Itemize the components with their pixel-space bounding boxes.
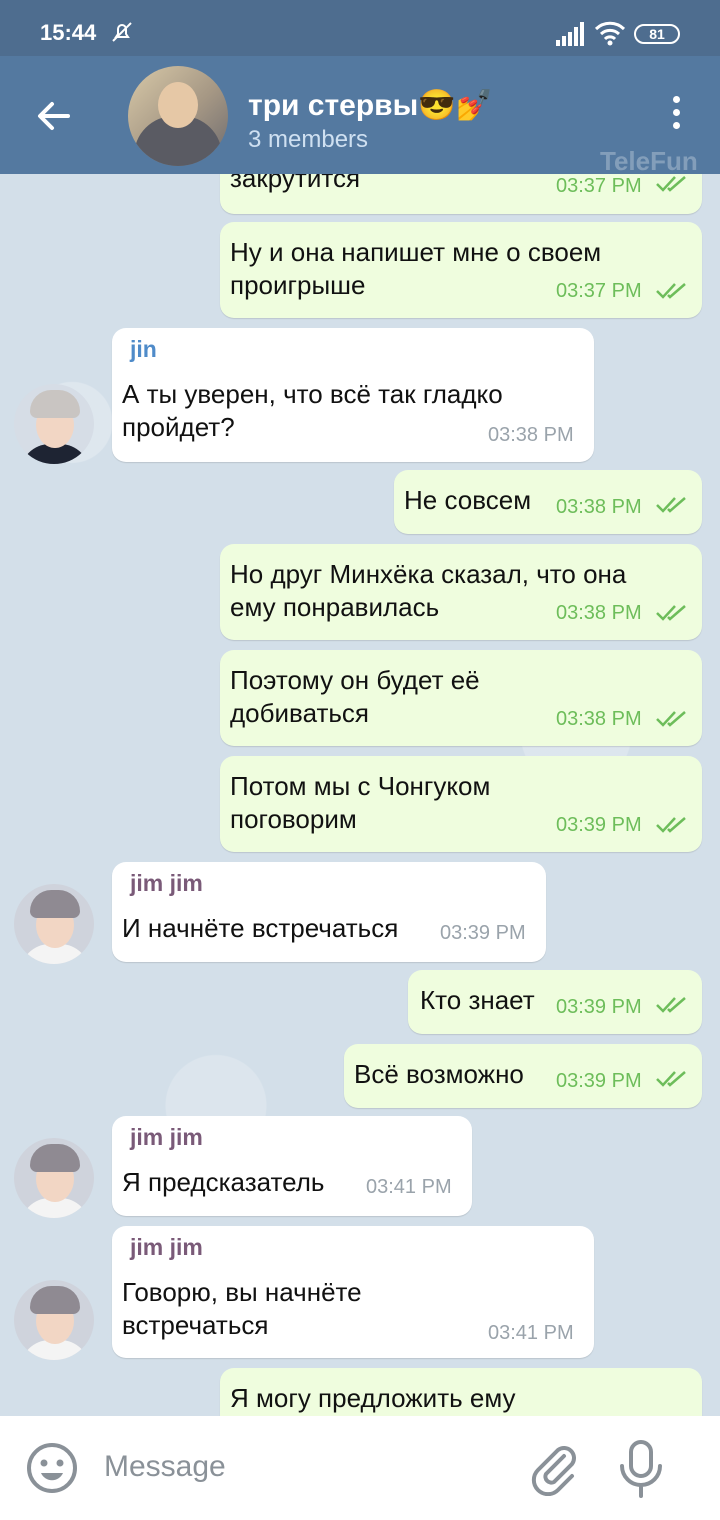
chat-member-count: 3 members bbox=[248, 126, 369, 153]
battery-icon: 81 bbox=[634, 24, 680, 44]
message-sender[interactable]: jin bbox=[130, 336, 157, 363]
message-time: 03:38 PM bbox=[556, 496, 642, 518]
message-outgoing[interactable]: Потом мы с Чонгуком поговорим 03:39 PM bbox=[220, 756, 702, 852]
double-check-icon bbox=[656, 997, 686, 1013]
message-time: 03:38 PM bbox=[556, 708, 642, 730]
message-time: 03:37 PM bbox=[556, 175, 642, 197]
watermark: TeleFun bbox=[600, 146, 698, 176]
message-time: 03:38 PM bbox=[488, 424, 574, 446]
double-check-icon bbox=[656, 283, 686, 299]
message-text: И начнёте встречаться bbox=[122, 913, 399, 943]
message-time: 03:37 PM bbox=[556, 280, 642, 302]
message-composer: Message bbox=[0, 1416, 720, 1520]
double-check-icon bbox=[656, 711, 686, 727]
chat-header: три стервы😎💅 3 members TeleFun bbox=[0, 56, 720, 176]
avatar[interactable] bbox=[14, 884, 94, 964]
chat-title[interactable]: три стервы😎💅 bbox=[248, 88, 493, 123]
message-outgoing[interactable]: закрутится 03:37 PM bbox=[220, 174, 702, 214]
avatar[interactable] bbox=[14, 1138, 94, 1218]
message-text: Потом мы с Чонгуком поговорим bbox=[230, 771, 491, 834]
mute-icon bbox=[112, 22, 132, 42]
message-time: 03:41 PM bbox=[488, 1322, 574, 1344]
message-text: Не совсем bbox=[404, 485, 532, 515]
more-vert-icon[interactable] bbox=[668, 96, 684, 136]
message-text: Кто знает bbox=[420, 985, 535, 1015]
message-list[interactable]: закрутится 03:37 PM Ну и она напишет мне… bbox=[0, 174, 720, 1416]
message-sender[interactable]: jim jim bbox=[130, 1124, 203, 1151]
message-text: Поэтому он будет её добиваться bbox=[230, 665, 480, 728]
message-outgoing[interactable]: Ну и она напишет мне о своем проигрыше 0… bbox=[220, 222, 702, 318]
group-avatar[interactable] bbox=[128, 66, 228, 166]
double-check-icon bbox=[656, 176, 686, 192]
message-text: А ты уверен, что всё так гладко пройдет? bbox=[122, 379, 503, 442]
message-outgoing[interactable]: Кто знает 03:39 PM bbox=[408, 970, 702, 1034]
avatar[interactable] bbox=[14, 384, 94, 464]
avatar[interactable] bbox=[14, 1280, 94, 1360]
message-time: 03:39 PM bbox=[556, 996, 642, 1018]
message-input[interactable]: Message bbox=[104, 1450, 226, 1484]
status-time: 15:44 bbox=[40, 20, 97, 45]
emoji-icon[interactable] bbox=[26, 1442, 78, 1494]
double-check-icon bbox=[656, 497, 686, 513]
message-time: 03:39 PM bbox=[556, 1070, 642, 1092]
message-outgoing[interactable]: Но друг Минхёка сказал, что она ему понр… bbox=[220, 544, 702, 640]
message-outgoing[interactable]: Поэтому он будет её добиваться 03:38 PM bbox=[220, 650, 702, 746]
message-outgoing[interactable]: Всё возможно 03:39 PM bbox=[344, 1044, 702, 1108]
message-incoming[interactable]: jim jim Говорю, вы начнёте встречаться 0… bbox=[112, 1226, 594, 1358]
attach-icon[interactable] bbox=[526, 1440, 582, 1496]
double-check-icon bbox=[656, 817, 686, 833]
message-incoming[interactable]: jim jim И начнёте встречаться 03:39 PM bbox=[112, 862, 546, 962]
message-sender[interactable]: jim jim bbox=[130, 870, 203, 897]
message-time: 03:39 PM bbox=[556, 814, 642, 836]
message-text: Я предсказатель bbox=[122, 1167, 325, 1197]
message-outgoing[interactable]: Не совсем 03:38 PM bbox=[394, 470, 702, 534]
double-check-icon bbox=[656, 1071, 686, 1087]
mic-icon[interactable] bbox=[618, 1438, 664, 1500]
status-bar: 15:44 81 bbox=[0, 0, 720, 56]
message-text: Я могу предложить ему bbox=[230, 1383, 516, 1413]
message-outgoing[interactable]: Я могу предложить ему bbox=[220, 1368, 702, 1416]
message-incoming[interactable]: jim jim Я предсказатель 03:41 PM bbox=[112, 1116, 472, 1216]
double-check-icon bbox=[656, 605, 686, 621]
message-time: 03:39 PM bbox=[440, 922, 526, 944]
signal-icon bbox=[556, 22, 584, 46]
message-text: Всё возможно bbox=[354, 1059, 524, 1089]
message-text: Говорю, вы начнёте встречаться bbox=[122, 1277, 362, 1340]
wifi-icon bbox=[594, 21, 626, 46]
message-sender[interactable]: jim jim bbox=[130, 1234, 203, 1261]
message-time: 03:41 PM bbox=[366, 1176, 452, 1198]
back-arrow-icon[interactable] bbox=[34, 96, 74, 136]
message-incoming[interactable]: jin А ты уверен, что всё так гладко прой… bbox=[112, 328, 594, 462]
battery-level: 81 bbox=[649, 26, 665, 42]
message-time: 03:38 PM bbox=[556, 602, 642, 624]
message-text: Ну и она напишет мне о своем проигрыше bbox=[230, 237, 602, 300]
message-text: закрутится bbox=[230, 174, 361, 193]
